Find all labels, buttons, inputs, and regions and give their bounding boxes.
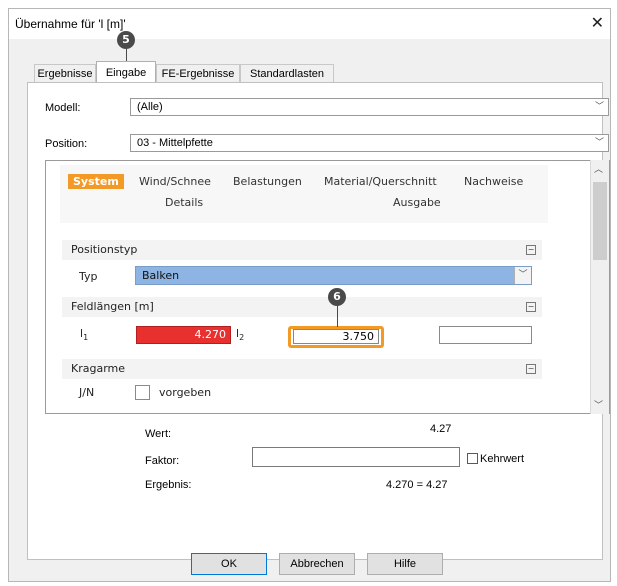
section-kragarme[interactable]: Kragarme − [62, 359, 542, 379]
menu-item-details[interactable]: Details [165, 196, 203, 209]
hilfe-button[interactable]: Hilfe [367, 553, 443, 575]
l1-label-sub: 1 [83, 333, 89, 343]
scroll-up-icon[interactable]: ︿ [594, 162, 603, 175]
input-menu [60, 165, 548, 223]
ergebnis-label: Ergebnis: [145, 479, 192, 491]
l2-label-sub: 2 [239, 333, 245, 343]
menu-item-system[interactable]: System [68, 174, 124, 189]
callout-badge-5: 5 [117, 31, 135, 49]
tab-eingabe[interactable]: Eingabe [96, 61, 156, 83]
l1-input[interactable]: 4.270 [136, 326, 231, 344]
faktor-label: Faktor: [145, 455, 180, 467]
vorgeben-checkbox[interactable] [135, 385, 150, 400]
l2-label: l2 [236, 327, 244, 342]
menu-item-ausgabe[interactable]: Ausgabe [393, 196, 441, 209]
menu-item-belastungen[interactable]: Belastungen [233, 175, 302, 188]
menu-item-material-querschnitt[interactable]: Material/Querschnitt [324, 175, 437, 188]
wert-label: Wert: [145, 428, 172, 440]
title-bar: Übernahme für 'l [m]' ✕ [9, 9, 610, 39]
callout-line-6 [337, 306, 338, 327]
scrollbar-thumb[interactable] [593, 182, 607, 260]
vertical-scrollbar[interactable]: ︿ ﹀ [590, 160, 609, 414]
modell-value: (Alle) [137, 101, 163, 113]
close-icon[interactable]: ✕ [591, 13, 604, 32]
vorgeben-label: vorgeben [159, 386, 212, 399]
collapse-icon[interactable]: − [526, 364, 536, 374]
l2-input[interactable]: 3.750 [293, 329, 379, 344]
typ-select[interactable]: Balken ﹀ [135, 266, 532, 285]
dialog-title: Übernahme für 'l [m]' [15, 17, 126, 31]
section-feldlaengen-title: Feldlängen [m] [71, 300, 154, 313]
ok-button[interactable]: OK [191, 553, 267, 575]
l3-input[interactable] [439, 326, 532, 344]
kehrwert-checkbox[interactable] [467, 453, 478, 464]
chevron-down-icon: ﹀ [594, 138, 604, 148]
section-feldlaengen[interactable]: Feldlängen [m] − [62, 297, 542, 317]
l1-label: l1 [80, 327, 88, 342]
collapse-icon[interactable]: − [526, 245, 536, 255]
kehrwert-label: Kehrwert [480, 453, 525, 465]
typ-value: Balken [142, 269, 180, 282]
menu-item-nachweise[interactable]: Nachweise [464, 175, 523, 188]
tab-fe-ergebnisse[interactable]: FE-Ergebnisse [156, 64, 240, 82]
jn-label: J/N [79, 386, 95, 399]
modell-select[interactable]: (Alle) ﹀ [130, 98, 609, 116]
section-positionstyp-title: Positionstyp [71, 243, 138, 256]
callout-badge-6: 6 [328, 288, 346, 306]
menu-item-wind-schnee[interactable]: Wind/Schnee [139, 175, 211, 188]
typ-label: Typ [79, 270, 98, 283]
chevron-down-icon: ﹀ [594, 102, 604, 112]
ergebnis-value: 4.270 = 4.27 [386, 479, 448, 491]
abbrechen-button[interactable]: Abbrechen [279, 553, 355, 575]
modell-label: Modell: [45, 102, 81, 114]
wert-value: 4.27 [430, 423, 452, 435]
section-kragarme-title: Kragarme [71, 362, 126, 375]
position-label: Position: [45, 138, 88, 150]
collapse-icon[interactable]: − [526, 302, 536, 312]
scroll-down-icon[interactable]: ﹀ [594, 398, 603, 411]
tab-standardlasten[interactable]: Standardlasten [240, 64, 334, 82]
tab-ergebnisse[interactable]: Ergebnisse [34, 64, 96, 82]
faktor-input[interactable] [252, 447, 460, 467]
chevron-down-icon: ﹀ [514, 267, 531, 284]
position-value: 03 - Mittelpfette [137, 137, 213, 149]
position-select[interactable]: 03 - Mittelpfette ﹀ [130, 134, 609, 152]
section-positionstyp[interactable]: Positionstyp − [62, 240, 542, 260]
